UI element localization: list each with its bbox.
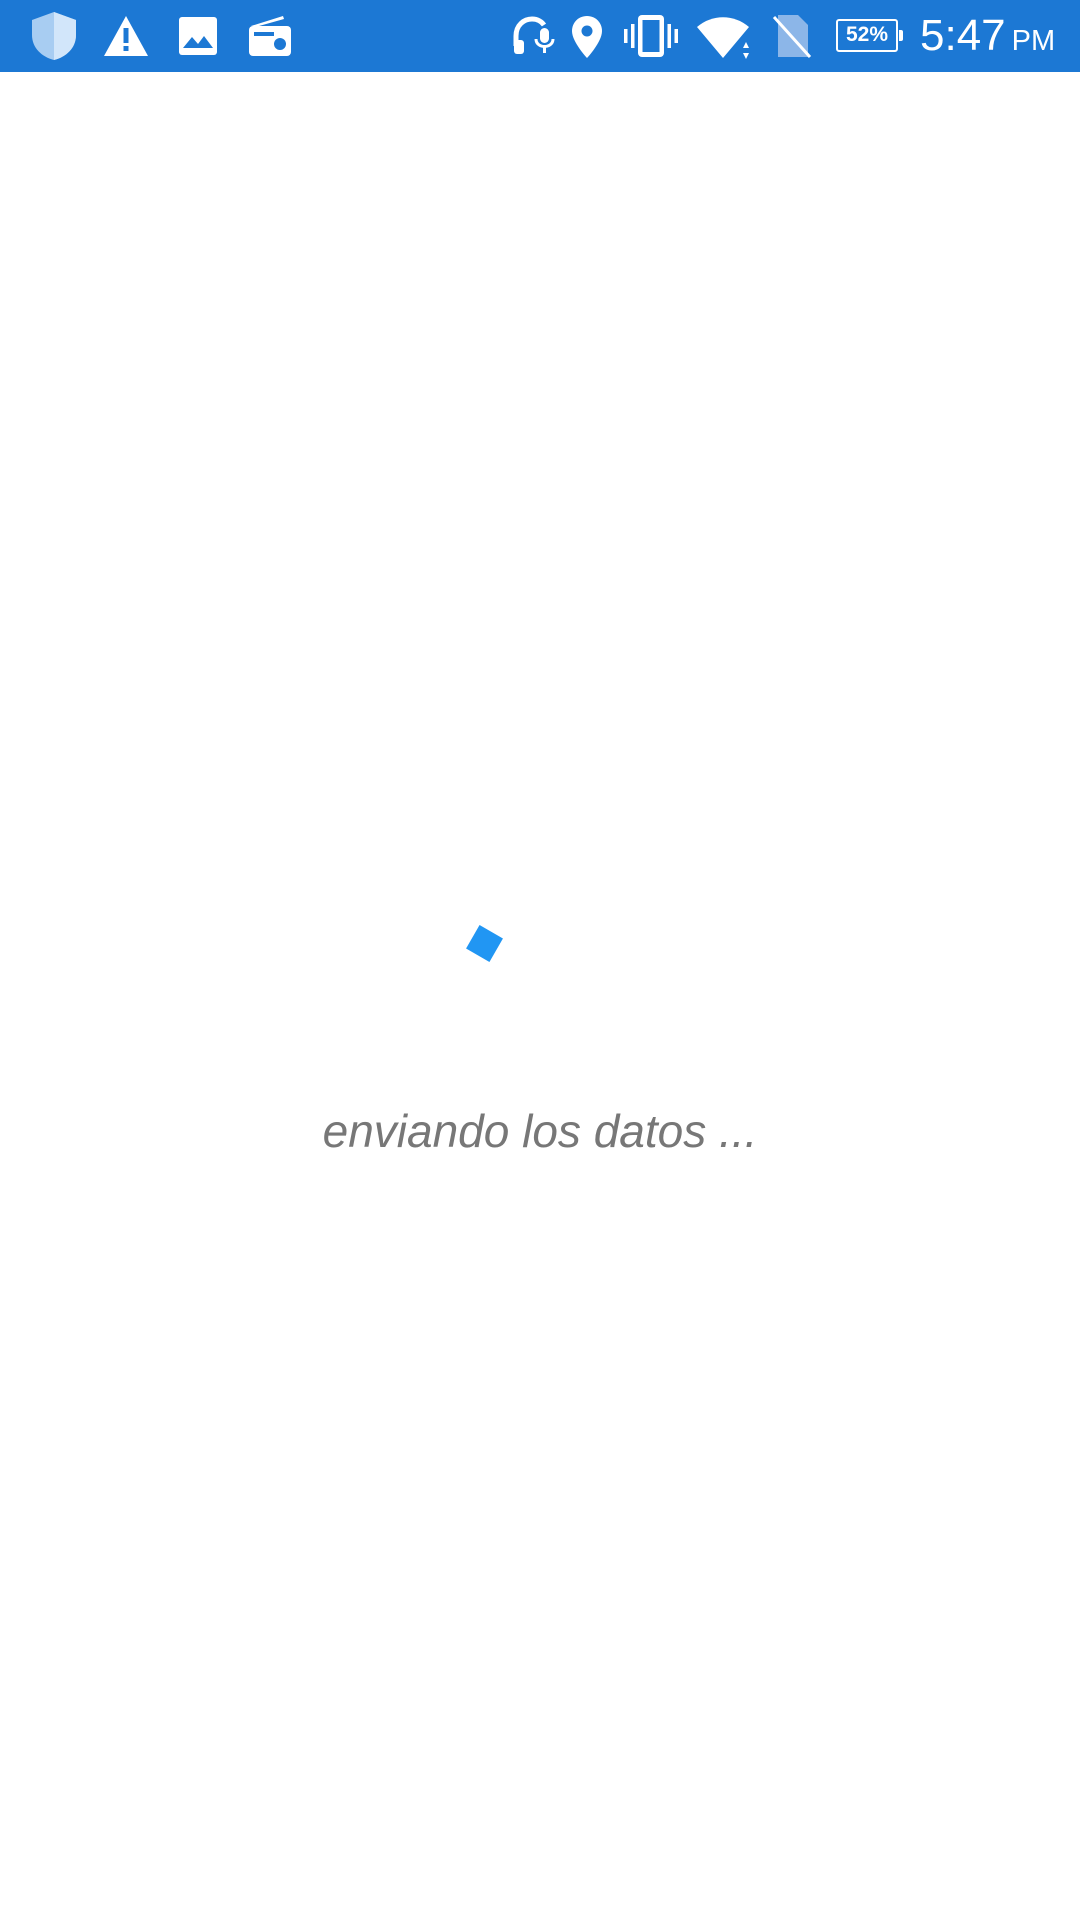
- headset-mic-icon: [513, 16, 555, 54]
- image-icon: [179, 17, 217, 55]
- clock-ampm: PM: [1011, 25, 1056, 57]
- location-icon: [572, 16, 602, 58]
- clock-time: 5:47: [920, 11, 1006, 60]
- warning-icon: [104, 16, 148, 56]
- clock: 5:47 PM: [920, 10, 1055, 62]
- radio-icon: [249, 16, 291, 56]
- no-sim-icon: [772, 15, 812, 59]
- wifi-icon: [697, 17, 749, 59]
- shield-icon: [32, 12, 76, 60]
- vibrate-icon: [624, 15, 678, 57]
- battery-icon: 52%: [836, 19, 903, 52]
- loading-spinner: [466, 925, 503, 962]
- main-content: enviando los datos ...: [0, 72, 1080, 1920]
- status-bar: 52% 5:47 PM: [0, 0, 1080, 72]
- loading-message: enviando los datos ...: [322, 1105, 758, 1157]
- battery-percent: 52%: [845, 23, 889, 46]
